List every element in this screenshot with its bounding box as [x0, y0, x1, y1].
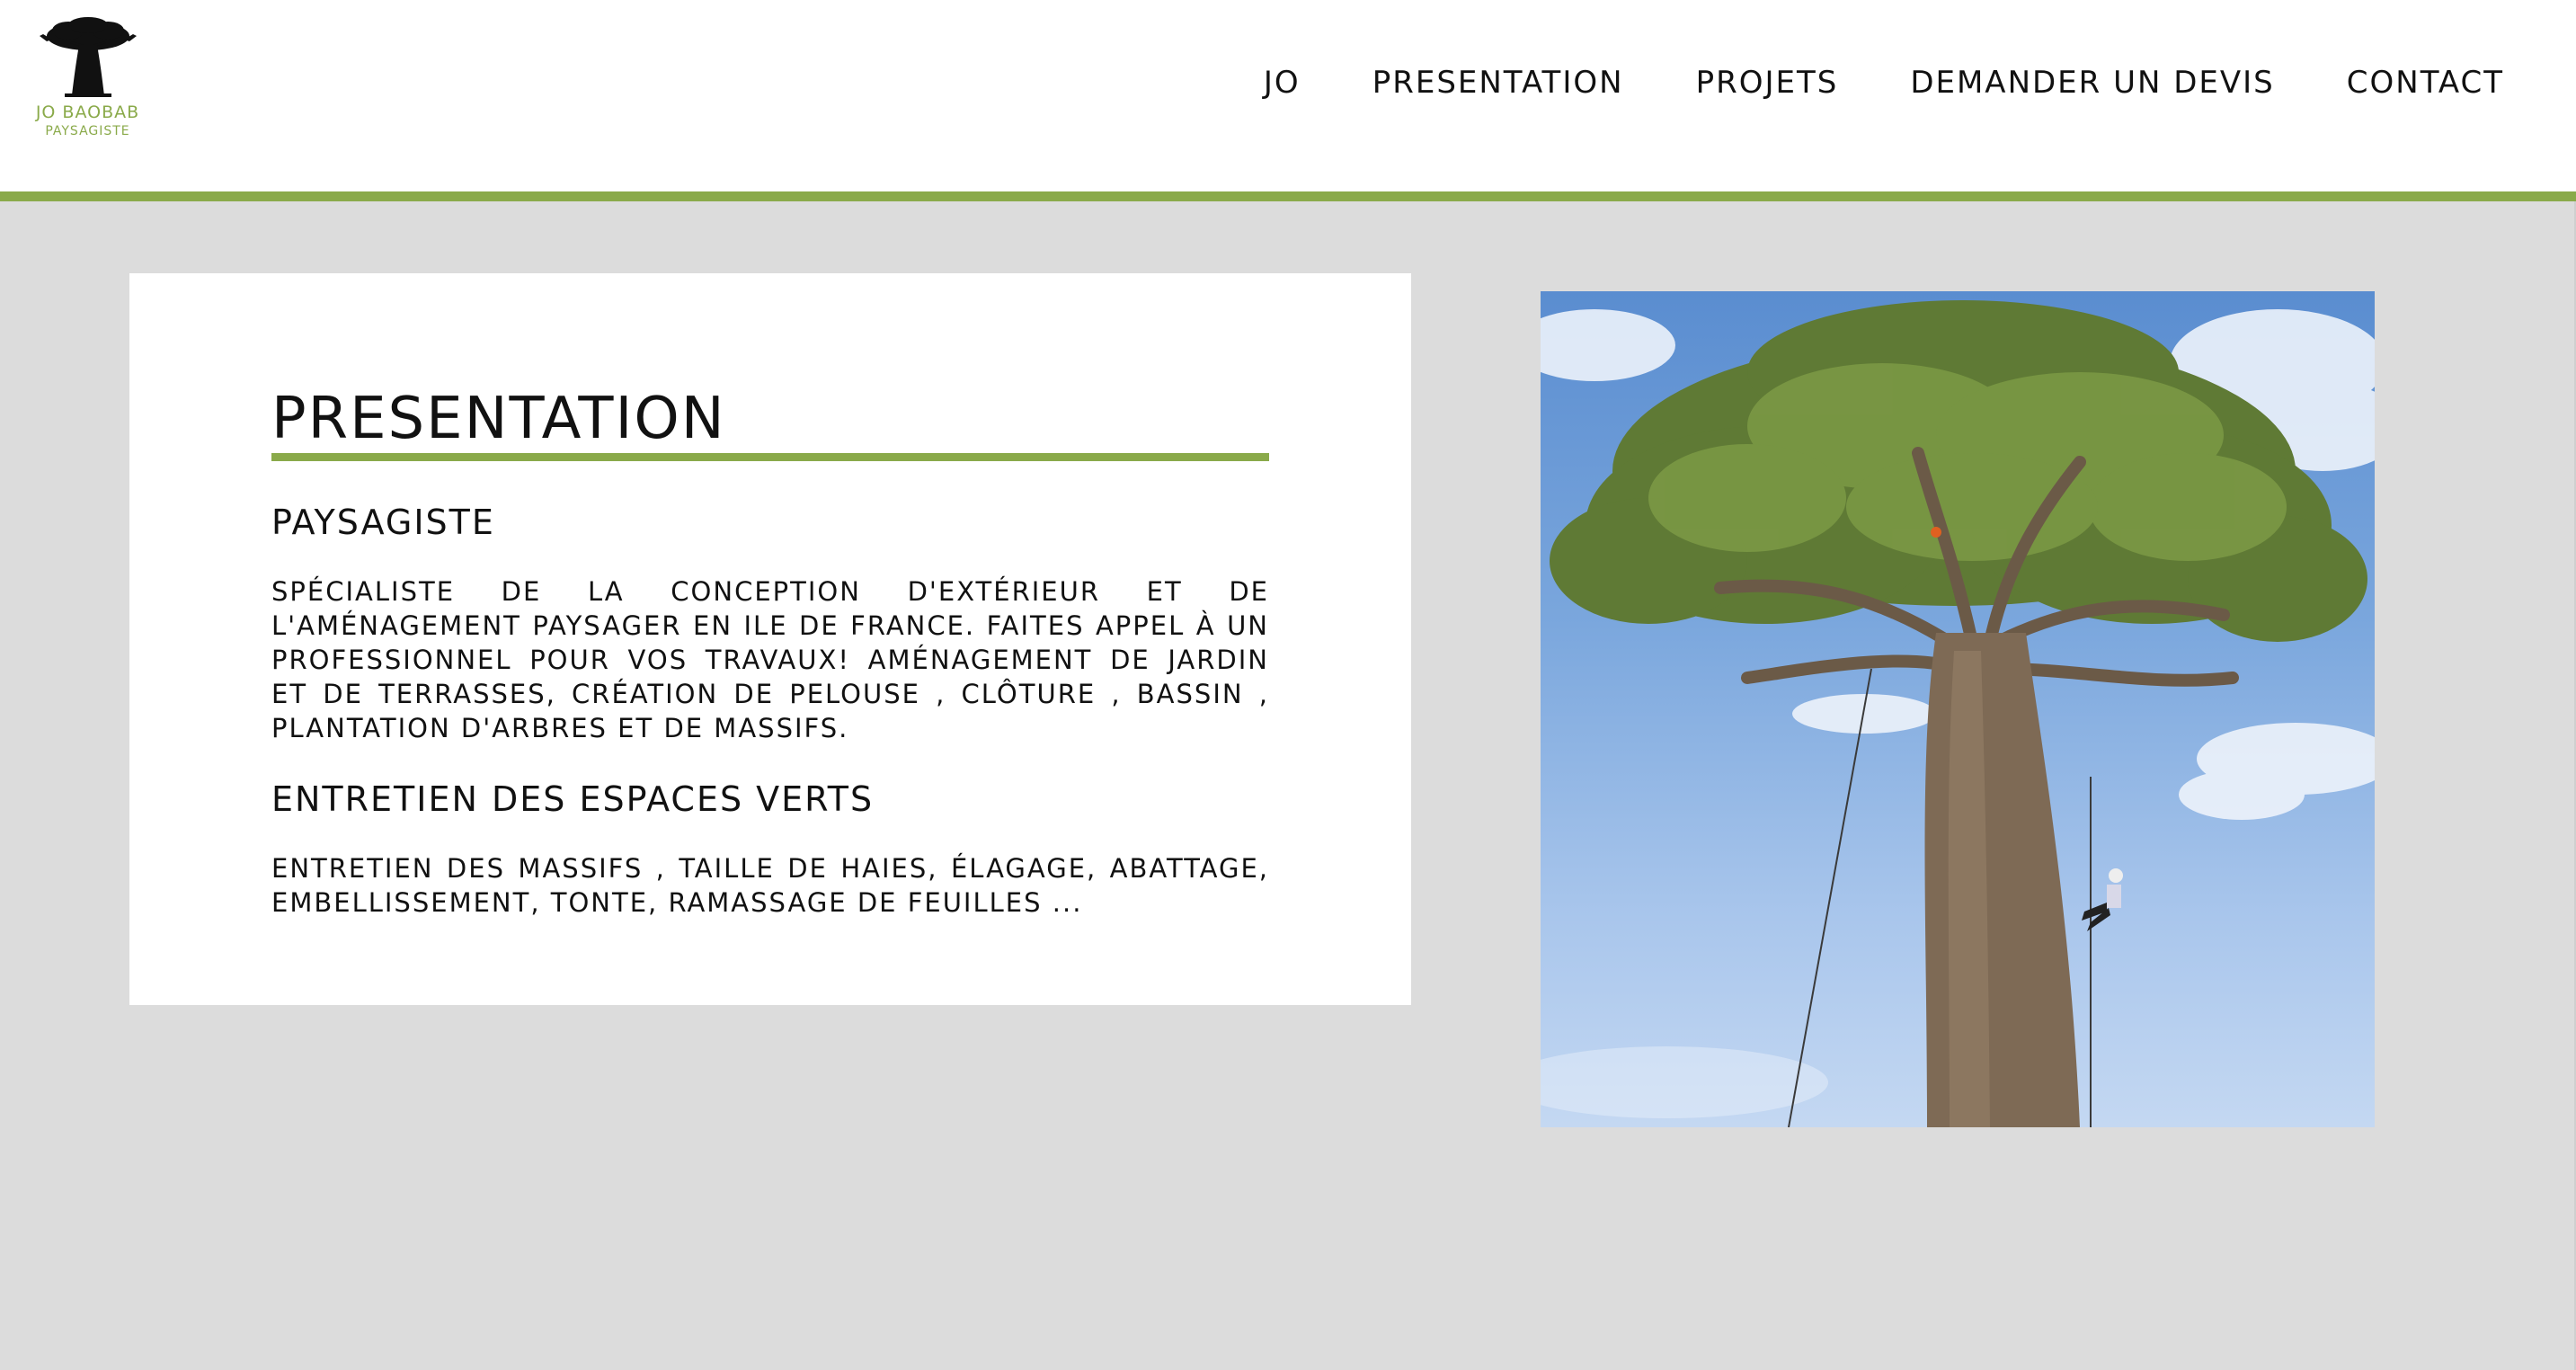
- baobab-illustration: [1541, 300, 2375, 1127]
- nav-item-demander-un-devis[interactable]: DEMANDER UN DEVIS: [1910, 65, 2274, 101]
- title-underline: [271, 453, 1269, 461]
- header-accent-bar: [0, 191, 2576, 201]
- nav-item-presentation[interactable]: PRESENTATION: [1372, 65, 1624, 101]
- section-heading-paysagiste: PAYSAGISTE: [271, 503, 495, 542]
- brand-name: JO BAOBAB: [35, 102, 140, 122]
- logo[interactable]: JO BAOBAB PAYSAGISTE: [27, 16, 148, 151]
- main-nav: JO PRESENTATION PROJETS DEMANDER UN DEVI…: [1264, 65, 2504, 101]
- baobab-tree-icon: [39, 17, 137, 97]
- site-header: JO BAOBAB PAYSAGISTE JO PRESENTATION PRO…: [0, 0, 2576, 191]
- nav-item-jo[interactable]: JO: [1264, 65, 1301, 101]
- presentation-content: PRESENTATION PAYSAGISTE SPÉCIALISTE DE L…: [271, 390, 1269, 920]
- brand-tagline: PAYSAGISTE: [45, 124, 130, 138]
- section-heading-entretien: ENTRETIEN DES ESPACES VERTS: [271, 778, 875, 819]
- section-text-entretien: ENTRETIEN DES MASSIFS , TAILLE DE HAIES,…: [271, 852, 1269, 918]
- presentation-card: PRESENTATION PAYSAGISTE SPÉCIALISTE DE L…: [129, 273, 1411, 1005]
- climber: [2082, 868, 2123, 931]
- nav-item-projets[interactable]: PROJETS: [1696, 65, 1839, 101]
- nav-item-contact[interactable]: CONTACT: [2347, 65, 2504, 101]
- section-text-paysagiste: SPÉCIALISTE DE LA CONCEPTION D'EXTÉRIEUR…: [271, 575, 1269, 743]
- baobab-photo: [1541, 291, 2375, 1127]
- page-title: PRESENTATION: [271, 386, 726, 452]
